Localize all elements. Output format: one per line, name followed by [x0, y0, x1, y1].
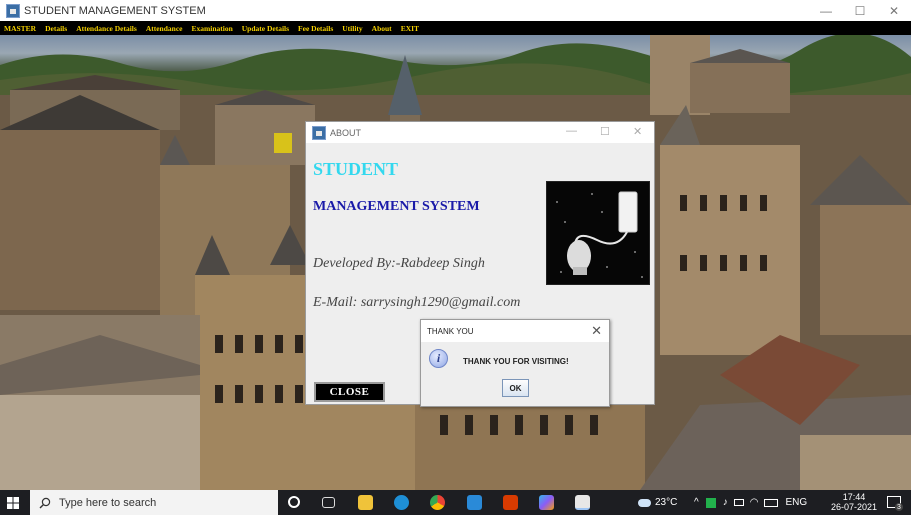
- battery-icon[interactable]: [733, 499, 744, 506]
- heading-management-system: MANAGEMENT SYSTEM: [313, 199, 480, 214]
- taskbar-clock[interactable]: 17:44 26-07-2021: [826, 492, 882, 512]
- minimize-button[interactable]: —: [566, 125, 577, 137]
- menu-bar: MASTER Details Attendance Details Attend…: [0, 21, 911, 35]
- vscode-icon[interactable]: [467, 495, 482, 510]
- menu-exit[interactable]: EXIT: [401, 24, 419, 33]
- mouse-illustration: [556, 191, 643, 278]
- cloud-icon: [638, 498, 651, 507]
- clock-time: 17:44: [842, 492, 866, 502]
- menu-utility[interactable]: Utility: [342, 24, 362, 33]
- edge-browser-icon[interactable]: [394, 495, 409, 510]
- menu-update-details[interactable]: Update Details: [242, 24, 289, 33]
- clock-date: 26-07-2021: [830, 502, 878, 512]
- maximize-button[interactable]: ☐: [843, 0, 877, 21]
- thank-you-dialog-title: THANK YOU: [427, 326, 474, 336]
- system-tray-icons: ^ ♪ ◠ ENG: [694, 490, 807, 515]
- language-indicator[interactable]: ENG: [785, 497, 807, 508]
- chrome-icon[interactable]: [430, 495, 445, 510]
- close-icon[interactable]: ✕: [591, 323, 602, 339]
- weather-widget[interactable]: 23°C: [638, 490, 677, 515]
- java-app-taskbar-icon[interactable]: [575, 495, 590, 510]
- wifi-icon[interactable]: ◠: [750, 497, 759, 508]
- green-app-icon[interactable]: [705, 497, 716, 508]
- main-title-bar: STUDENT MANAGEMENT SYSTEM — ☐ ✕: [0, 0, 911, 21]
- app-cube-icon[interactable]: [539, 495, 554, 510]
- close-dialog-button[interactable]: ✕: [633, 125, 642, 138]
- taskbar-search-box[interactable]: Type here to search: [30, 490, 278, 515]
- thank-you-dialog-title-bar: THANK YOU ✕: [421, 320, 609, 342]
- weather-temperature: 23°C: [655, 497, 678, 508]
- menu-examination[interactable]: Examination: [191, 24, 232, 33]
- thank-you-message: THANK YOU FOR VISITING!: [463, 357, 569, 366]
- about-dialog-title-bar: ABOUT — ☐ ✕: [306, 122, 654, 143]
- window-controls: — ☐ ✕: [809, 0, 911, 21]
- menu-attendance[interactable]: Attendance: [146, 24, 183, 33]
- heading-student: STUDENT: [313, 159, 399, 179]
- computer-mouse-picture: [546, 181, 650, 285]
- about-dialog-title: ABOUT: [330, 127, 362, 138]
- keyboard-icon[interactable]: [764, 498, 779, 507]
- chevron-up-icon[interactable]: ^: [694, 497, 699, 508]
- info-icon: i: [429, 349, 448, 368]
- thank-you-dialog: THANK YOU ✕ i THANK YOU FOR VISITING! OK: [420, 319, 610, 407]
- developer-email: E-Mail: sarrysingh1290@gmail.com: [313, 295, 521, 310]
- file-explorer-icon[interactable]: [358, 495, 373, 510]
- java-app-icon: [312, 125, 326, 140]
- developer-credit: Developed By:-Rabdeep Singh: [313, 256, 485, 271]
- menu-master[interactable]: MASTER: [4, 24, 36, 33]
- ok-button[interactable]: OK: [502, 379, 529, 397]
- cortana-icon[interactable]: [288, 496, 300, 508]
- minimize-button[interactable]: —: [809, 0, 843, 21]
- notification-icon[interactable]: 3: [887, 496, 903, 511]
- close-button[interactable]: CLOSE: [314, 382, 385, 402]
- menu-fee-details[interactable]: Fee Details: [298, 24, 333, 33]
- menu-attendance-details[interactable]: Attendance Details: [76, 24, 137, 33]
- menu-about[interactable]: About: [372, 24, 392, 33]
- volume-icon[interactable]: ♪: [723, 497, 728, 508]
- main-window-title: STUDENT MANAGEMENT SYSTEM: [24, 4, 206, 17]
- java-app-icon: [6, 3, 20, 18]
- windows-logo-icon: [7, 496, 19, 509]
- search-icon: [39, 497, 51, 508]
- notification-count: 3: [895, 503, 903, 511]
- menu-details[interactable]: Details: [45, 24, 67, 33]
- taskbar: Type here to search 23°C ^ ♪ ◠ ENG 17:44…: [0, 490, 911, 515]
- task-view-icon[interactable]: [322, 497, 335, 508]
- office-icon[interactable]: [503, 495, 518, 510]
- start-button[interactable]: [0, 490, 26, 515]
- search-placeholder: Type here to search: [59, 496, 157, 509]
- maximize-button[interactable]: ☐: [600, 125, 610, 138]
- close-window-button[interactable]: ✕: [877, 0, 911, 21]
